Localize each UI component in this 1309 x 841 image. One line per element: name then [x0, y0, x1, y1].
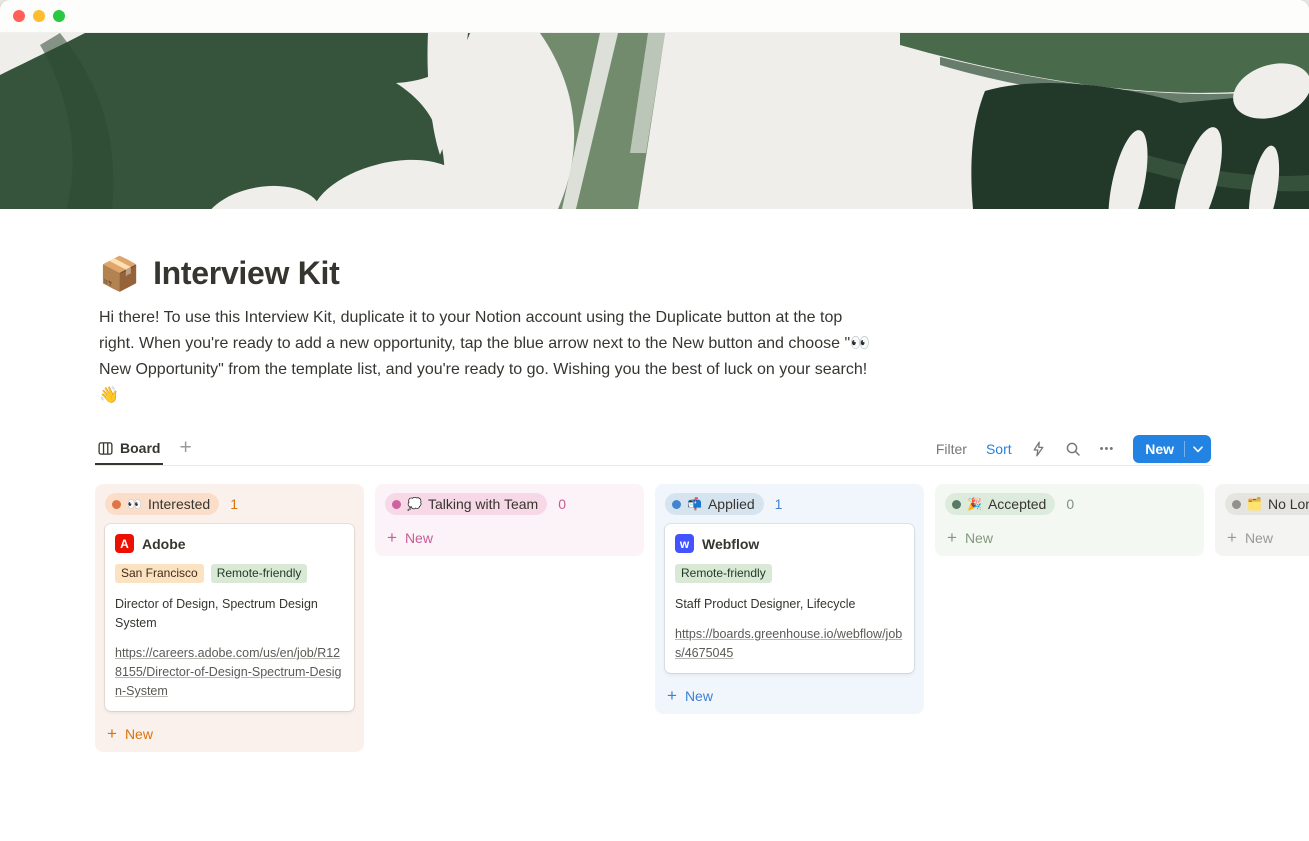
column-count: 1	[775, 496, 783, 512]
job-url-link[interactable]: https://boards.greenhouse.io/webflow/job…	[675, 625, 904, 663]
page-header: 📦 Interview Kit	[99, 255, 1211, 292]
tag-remote: Remote-friendly	[211, 564, 308, 583]
new-button[interactable]: New	[1133, 435, 1211, 463]
column-group-pill[interactable]: 🗂️ No Lon	[1225, 493, 1309, 515]
company-logo-adobe: A	[115, 534, 134, 553]
filter-button[interactable]: Filter	[936, 441, 967, 457]
column-header: 📬 Applied 1	[665, 490, 914, 524]
job-card-webflow[interactable]: w Webflow Remote-friendly Staff Product …	[665, 524, 914, 673]
column-emoji: 🎉	[967, 498, 982, 510]
job-role: Director of Design, Spectrum Design Syst…	[115, 595, 344, 633]
column-title: Accepted	[988, 496, 1046, 512]
add-card-button[interactable]: + New	[385, 524, 634, 548]
column-count: 1	[230, 496, 238, 512]
page-icon[interactable]: 📦	[99, 257, 140, 290]
status-dot	[112, 500, 121, 509]
add-card-label: New	[685, 688, 713, 704]
plus-icon: +	[947, 529, 957, 546]
column-count: 0	[558, 496, 566, 512]
column-group-pill[interactable]: 💭 Talking with Team	[385, 493, 547, 515]
status-dot	[672, 500, 681, 509]
column-title: Interested	[148, 496, 210, 512]
page-title: Interview Kit	[153, 255, 339, 292]
column-header: 🗂️ No Lon	[1225, 490, 1309, 524]
more-options-button[interactable]: •••	[1100, 443, 1115, 455]
column-title: Applied	[708, 496, 755, 512]
view-toolbar: Board + Filter Sort ••• New	[95, 433, 1211, 466]
board-column-interested: 👀 Interested 1 A Adobe San Francisco Rem…	[95, 484, 364, 752]
automations-button[interactable]	[1031, 441, 1046, 457]
add-card-button[interactable]: + New	[945, 524, 1194, 548]
add-card-button[interactable]: + New	[665, 682, 914, 706]
page-description: Hi there! To use this Interview Kit, dup…	[99, 305, 872, 409]
company-name: Adobe	[142, 536, 186, 552]
add-card-label: New	[405, 530, 433, 546]
column-group-pill[interactable]: 👀 Interested	[105, 493, 219, 515]
minimize-button[interactable]	[33, 10, 45, 22]
close-button[interactable]	[13, 10, 25, 22]
plus-icon: +	[1227, 529, 1237, 546]
notion-window: 📦 Interview Kit Hi there! To use this In…	[0, 0, 1309, 841]
status-dot	[952, 500, 961, 509]
tag-location: San Francisco	[115, 564, 204, 583]
tag-remote: Remote-friendly	[675, 564, 772, 583]
column-group-pill[interactable]: 📬 Applied	[665, 493, 764, 515]
monstera-cover-illustration	[0, 33, 1309, 209]
status-dot	[1232, 500, 1241, 509]
column-title: Talking with Team	[428, 496, 538, 512]
add-card-button[interactable]: + New	[1225, 524, 1309, 548]
column-count: 0	[1066, 496, 1074, 512]
column-emoji: 🗂️	[1247, 498, 1262, 510]
board-column-accepted: 🎉 Accepted 0 + New	[935, 484, 1204, 556]
job-card-adobe[interactable]: A Adobe San Francisco Remote-friendly Di…	[105, 524, 354, 711]
sort-button[interactable]: Sort	[986, 441, 1012, 457]
plus-icon: +	[667, 687, 677, 704]
search-icon	[1065, 441, 1081, 457]
add-view-button[interactable]: +	[175, 437, 195, 462]
cover-image	[0, 33, 1309, 209]
tab-board[interactable]: Board	[95, 433, 163, 465]
kanban-board: 👀 Interested 1 A Adobe San Francisco Rem…	[95, 484, 1309, 752]
company-name: Webflow	[702, 536, 759, 552]
company-logo-webflow: w	[675, 534, 694, 553]
zoom-button[interactable]	[53, 10, 65, 22]
add-card-label: New	[965, 530, 993, 546]
tag-list: Remote-friendly	[675, 564, 904, 583]
search-button[interactable]	[1065, 441, 1081, 457]
chevron-down-icon[interactable]	[1185, 446, 1211, 453]
add-card-button[interactable]: + New	[105, 720, 354, 744]
board-column-talking-with-team: 💭 Talking with Team 0 + New	[375, 484, 644, 556]
add-card-label: New	[1245, 530, 1273, 546]
lightning-icon	[1031, 441, 1046, 457]
board-column-applied: 📬 Applied 1 w Webflow Remote-friendly St…	[655, 484, 924, 714]
new-button-label: New	[1133, 441, 1184, 457]
column-emoji: 💭	[407, 498, 422, 510]
tag-list: San Francisco Remote-friendly	[115, 564, 344, 583]
column-header: 💭 Talking with Team 0	[385, 490, 634, 524]
job-role: Staff Product Designer, Lifecycle	[675, 595, 904, 614]
column-header: 🎉 Accepted 0	[945, 490, 1194, 524]
tab-board-label: Board	[120, 440, 160, 456]
board-view-icon	[98, 441, 113, 456]
board-column-no-longer: 🗂️ No Lon + New	[1215, 484, 1309, 556]
column-header: 👀 Interested 1	[105, 490, 354, 524]
titlebar	[0, 0, 1309, 33]
plus-icon: +	[387, 529, 397, 546]
column-emoji: 👀	[127, 498, 142, 510]
column-emoji: 📬	[687, 498, 702, 510]
status-dot	[392, 500, 401, 509]
job-url-link[interactable]: https://careers.adobe.com/us/en/job/R128…	[115, 644, 344, 701]
add-card-label: New	[125, 726, 153, 742]
plus-icon: +	[107, 725, 117, 742]
column-group-pill[interactable]: 🎉 Accepted	[945, 493, 1055, 515]
column-title: No Lon	[1268, 496, 1309, 512]
